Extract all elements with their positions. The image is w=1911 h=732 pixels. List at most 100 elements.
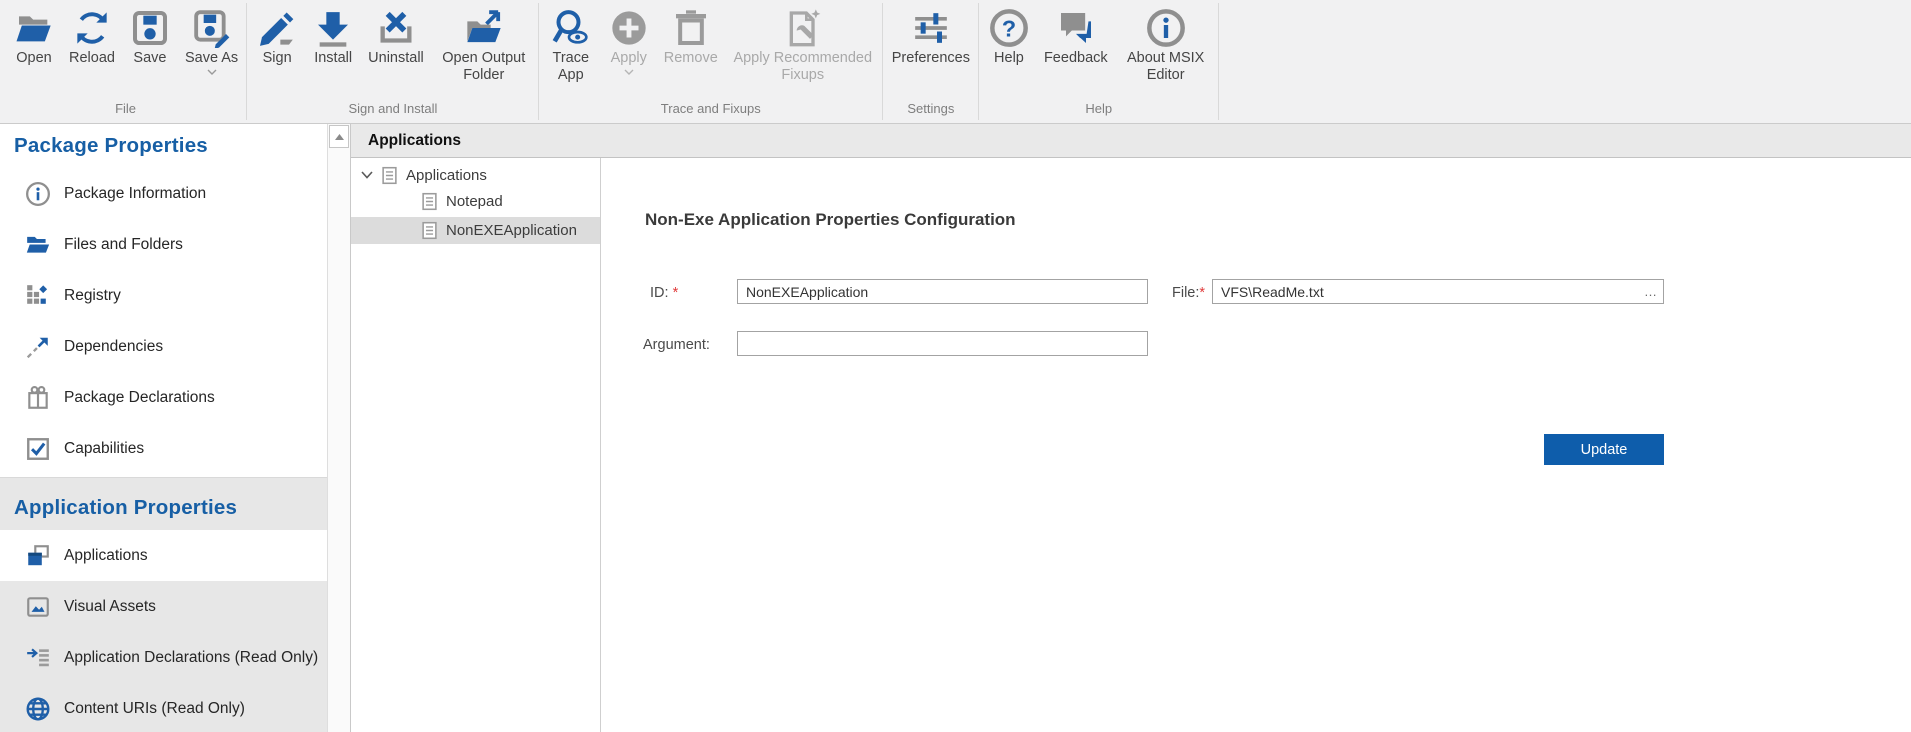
uninstall-label: Uninstall	[368, 50, 424, 67]
help-question-icon: ?	[988, 5, 1030, 50]
ribbon-group-label-settings: Settings	[885, 99, 977, 123]
save-icon	[129, 5, 171, 50]
sidebar-item-capabilities[interactable]: Capabilities	[0, 423, 327, 474]
window-body: Package Properties Package Information F…	[0, 124, 1911, 732]
feedback-button[interactable]: Feedback	[1037, 0, 1115, 67]
trace-app-icon	[550, 5, 592, 50]
sidebar-content: Package Properties Package Information F…	[0, 124, 327, 732]
save-as-icon	[191, 5, 233, 50]
sidebar-header-application-properties: Application Properties	[0, 478, 327, 530]
msix-editor-window: Open Reload Save	[0, 0, 1911, 732]
sidebar-section-application-properties: Application Properties Applications Visu…	[0, 478, 327, 732]
id-field-label: ID: *	[650, 285, 678, 301]
apply-plus-icon	[608, 5, 650, 50]
ribbon-group-settings-buttons: Preferences	[885, 0, 977, 99]
sidebar-item-package-information[interactable]: Package Information	[0, 168, 327, 219]
sidebar-item-label: Capabilities	[64, 440, 144, 458]
dependencies-arrow-icon	[24, 333, 51, 360]
browse-button[interactable]: …	[1639, 280, 1663, 303]
update-button[interactable]: Update	[1544, 434, 1664, 465]
tree-node-notepad[interactable]: Notepad	[351, 188, 600, 214]
sidebar-item-package-declarations[interactable]: Package Declarations	[0, 372, 327, 423]
info-circle-icon	[24, 180, 51, 207]
about-msix-editor-label: About MSIX Editor	[1122, 50, 1210, 84]
ribbon-group-help-buttons: ? Help Feedback About MSIX Editor	[981, 0, 1217, 99]
install-label: Install	[314, 50, 352, 67]
remove-button: Remove	[657, 0, 725, 67]
open-output-folder-button[interactable]: Open Output Folder	[431, 0, 537, 84]
file-input-wrapper: …	[1212, 279, 1664, 304]
open-label: Open	[16, 50, 51, 67]
apply-label: Apply	[611, 50, 647, 67]
uninstall-button[interactable]: Uninstall	[361, 0, 431, 67]
sidebar-scrollbar	[327, 124, 350, 732]
ribbon-group-help: ? Help Feedback About MSIX Editor	[979, 0, 1219, 123]
file-input[interactable]	[1213, 280, 1639, 303]
open-button[interactable]: Open	[6, 0, 62, 67]
tree-node-applications[interactable]: Applications	[351, 162, 600, 188]
ribbon-group-trace-fixups-buttons: Trace App Apply Remove	[541, 0, 881, 99]
main-body: Applications Notepad NonEXEApplication	[351, 158, 1911, 732]
globe-icon	[24, 695, 51, 722]
sidebar-item-label: Package Declarations	[64, 389, 215, 407]
tree-expand-chevron-icon[interactable]	[359, 171, 375, 179]
tree-node-nonexeapplication[interactable]: NonEXEApplication	[351, 217, 600, 244]
ribbon-group-file-buttons: Open Reload Save	[6, 0, 245, 99]
ribbon-group-trace-fixups: Trace App Apply Remove	[539, 0, 883, 123]
sidebar-item-applications[interactable]: Applications	[0, 530, 327, 581]
document-icon	[421, 221, 438, 240]
document-icon	[421, 192, 438, 211]
save-button[interactable]: Save	[122, 0, 178, 67]
sign-label: Sign	[263, 50, 292, 67]
help-label: Help	[994, 50, 1024, 67]
save-label: Save	[133, 50, 166, 67]
help-button[interactable]: ? Help	[981, 0, 1037, 67]
sidebar-item-visual-assets[interactable]: Visual Assets	[0, 581, 327, 632]
form-heading: Non-Exe Application Properties Configura…	[645, 210, 1016, 230]
install-arrow-icon	[312, 5, 354, 50]
gift-box-icon	[24, 384, 51, 411]
sidebar-item-label: Registry	[64, 287, 121, 305]
sidebar-header-package-properties: Package Properties	[0, 124, 327, 168]
ribbon-toolbar: Open Reload Save	[0, 0, 1911, 124]
app-window-icon	[24, 542, 51, 569]
sidebar-item-label: Applications	[64, 547, 148, 565]
file-label-text: File:	[1172, 285, 1199, 301]
sidebar-item-dependencies[interactable]: Dependencies	[0, 321, 327, 372]
preferences-sliders-icon	[910, 5, 952, 50]
argument-input[interactable]	[737, 331, 1148, 356]
sidebar-item-label: Application Declarations (Read Only)	[64, 649, 318, 667]
checkbox-check-icon	[24, 435, 51, 462]
save-as-dropdown-chevron-icon	[207, 69, 217, 75]
install-button[interactable]: Install	[305, 0, 361, 67]
sidebar-item-files-and-folders[interactable]: Files and Folders	[0, 219, 327, 270]
apply-button: Apply	[601, 0, 657, 75]
id-input[interactable]	[737, 279, 1148, 304]
sidebar-item-label: Dependencies	[64, 338, 163, 356]
sidebar-item-application-declarations[interactable]: Application Declarations (Read Only)	[0, 632, 327, 683]
ribbon-group-label-sign-install: Sign and Install	[249, 99, 537, 123]
apply-recommended-fixups-label: Apply Recommended Fixups	[732, 50, 874, 84]
id-label-text: ID:	[650, 285, 669, 301]
tree-node-label: NonEXEApplication	[446, 222, 577, 239]
save-as-button[interactable]: Save As	[178, 0, 245, 75]
scrollbar-up-button[interactable]	[329, 125, 349, 148]
sidebar-item-content-uris[interactable]: Content URIs (Read Only)	[0, 683, 327, 732]
applications-tree: Applications Notepad NonEXEApplication	[351, 158, 601, 732]
ribbon-group-sign-install: Sign Install Uninstall	[247, 0, 539, 123]
reload-button[interactable]: Reload	[62, 0, 122, 67]
apply-recommended-fixups-button: Apply Recommended Fixups	[725, 0, 881, 84]
document-icon	[381, 166, 398, 185]
declarations-list-icon	[24, 644, 51, 671]
open-folder-icon	[13, 5, 55, 50]
page-title: Applications	[351, 124, 1911, 158]
remove-label: Remove	[664, 50, 718, 67]
ribbon-group-settings: Preferences Settings	[883, 0, 979, 123]
sidebar-item-registry[interactable]: Registry	[0, 270, 327, 321]
about-msix-editor-button[interactable]: About MSIX Editor	[1115, 0, 1217, 84]
file-required-asterisk: *	[1199, 285, 1205, 301]
preferences-button[interactable]: Preferences	[885, 0, 977, 67]
trace-app-button[interactable]: Trace App	[541, 0, 601, 84]
sign-button[interactable]: Sign	[249, 0, 305, 67]
main-panel: Applications Applications	[351, 124, 1911, 732]
